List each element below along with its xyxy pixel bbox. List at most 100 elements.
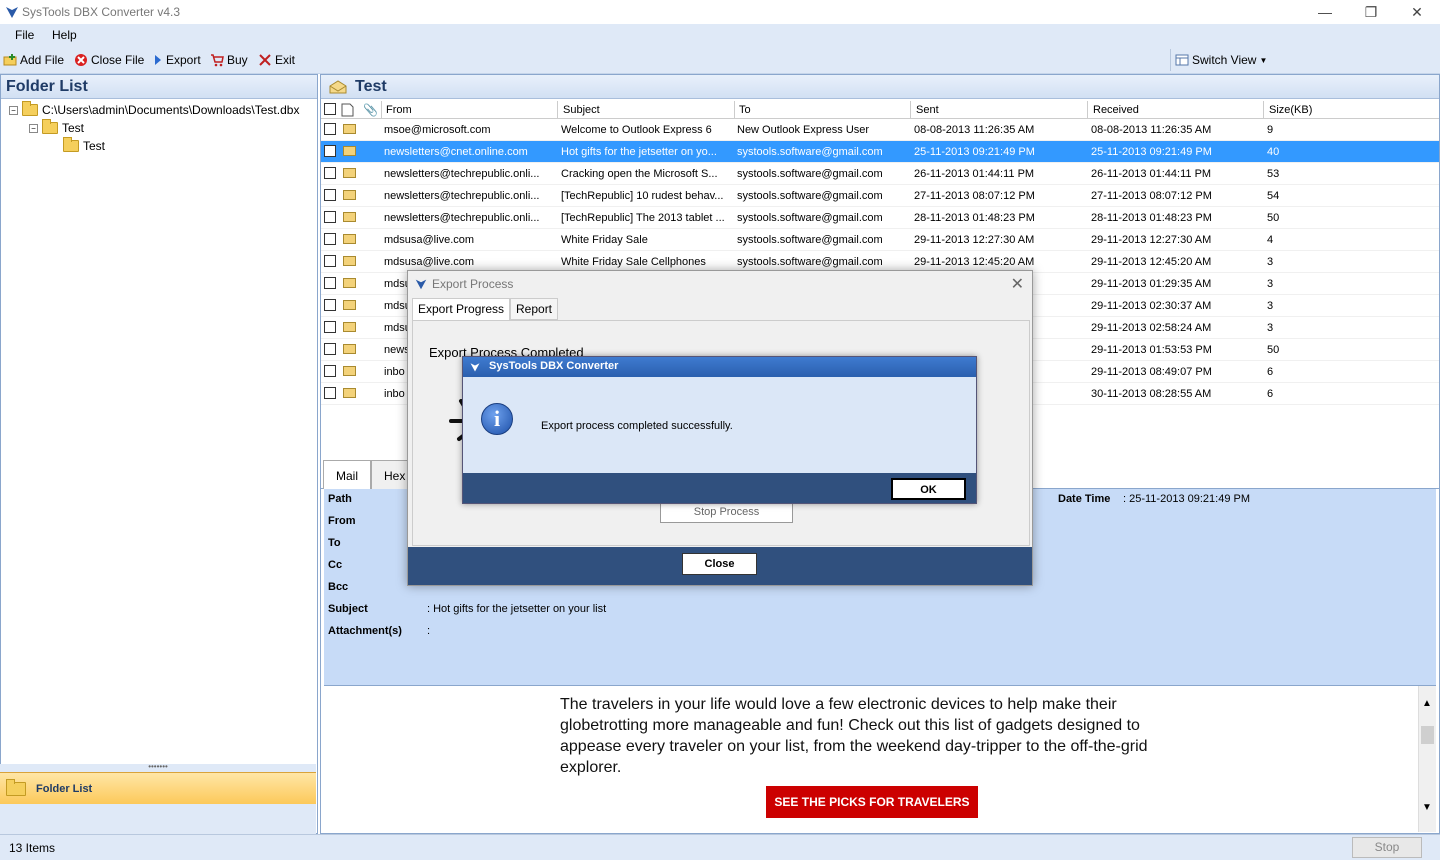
export-dialog-footer: Close — [408, 547, 1032, 585]
tab-report[interactable]: Report — [510, 298, 559, 320]
tree-item-test[interactable]: − Test — [29, 119, 84, 137]
cell-to: systools.software@gmail.com — [737, 212, 883, 224]
see-picks-button[interactable]: SEE THE PICKS FOR TRAVELERS — [766, 786, 978, 818]
folder-icon — [63, 137, 79, 152]
export-dialog-close-icon[interactable]: ✕ — [1011, 274, 1024, 294]
row-checkbox[interactable] — [324, 277, 336, 289]
table-row[interactable]: newsletters@cnet.online.com Hot gifts for… — [321, 141, 1439, 163]
close-button[interactable]: Close — [682, 553, 757, 575]
label-attachments: Attachment(s) — [328, 625, 402, 637]
app-logo-icon — [415, 279, 427, 290]
row-checkbox[interactable] — [324, 189, 336, 201]
minimize-icon[interactable]: — — [1302, 0, 1348, 24]
scroll-thumb[interactable] — [1421, 726, 1434, 744]
cell-to: systools.software@gmail.com — [737, 256, 883, 268]
table-row[interactable]: newsletters@techrepublic.onli... Cracking… — [321, 163, 1439, 185]
scroll-up-icon[interactable]: ▲ — [1422, 698, 1432, 709]
cell-to: New Outlook Express User — [737, 124, 870, 136]
close-file-button[interactable]: Close File — [74, 52, 144, 68]
row-checkbox[interactable] — [324, 343, 336, 355]
row-checkbox[interactable] — [324, 387, 336, 399]
label-cc: Cc — [328, 559, 343, 571]
success-message-box: SysTools DBX Converter i Export process … — [462, 356, 977, 504]
menu-file[interactable]: File — [15, 28, 34, 42]
folder-list-nav-button[interactable]: Folder List — [0, 772, 316, 804]
row-checkbox[interactable] — [324, 233, 336, 245]
value-attachments: : — [427, 625, 431, 637]
add-file-button[interactable]: Add File — [3, 52, 64, 68]
table-row[interactable]: mdsusa@live.com White Friday Sale systools… — [321, 229, 1439, 251]
export-button[interactable]: Export — [153, 52, 201, 68]
mail-body-text: The travelers in your life would love a … — [560, 696, 1148, 776]
nav-pane-footer — [0, 804, 316, 834]
table-row[interactable]: newsletters@techrepublic.onli... [TechRep… — [321, 185, 1439, 207]
col-from[interactable]: From — [386, 104, 412, 116]
stop-button[interactable]: Stop — [1352, 837, 1422, 858]
cell-received: 30-11-2013 08:28:55 AM — [1091, 388, 1212, 400]
tree-item-dbx[interactable]: − C:\Users\admin\Documents\Downloads\Tes… — [9, 101, 299, 119]
restore-icon[interactable]: ❐ — [1348, 0, 1394, 24]
switch-view-button[interactable]: Switch View ▼ — [1170, 49, 1438, 71]
collapse-icon[interactable]: − — [9, 105, 18, 115]
cell-received: 28-11-2013 01:48:23 PM — [1091, 212, 1212, 224]
msgbox-title-bar: SysTools DBX Converter — [463, 357, 976, 377]
table-row[interactable]: msoe@microsoft.com Welcome to Outlook Exp… — [321, 119, 1439, 141]
cell-from: newsletters@techrepublic.onli... — [384, 212, 540, 224]
col-size[interactable]: Size(KB) — [1269, 104, 1312, 116]
stop-process-button[interactable]: Stop Process — [660, 501, 793, 523]
cell-sent: 08-08-2013 11:26:35 AM — [914, 124, 1035, 136]
select-all-checkbox[interactable] — [324, 103, 336, 115]
col-subject[interactable]: Subject — [563, 104, 600, 116]
buy-button[interactable]: Buy — [210, 52, 248, 68]
envelope-icon — [343, 344, 356, 354]
body-scrollbar[interactable]: ▲ ▼ — [1418, 686, 1436, 832]
label-from: From — [328, 515, 356, 527]
envelope-icon — [343, 190, 356, 200]
row-checkbox[interactable] — [324, 321, 336, 333]
cell-size: 3 — [1267, 322, 1274, 334]
scroll-down-icon[interactable]: ▼ — [1422, 802, 1432, 813]
item-count: 13 Items — [9, 841, 56, 855]
cell-subject: Welcome to Outlook Express 6 — [561, 124, 712, 136]
cell-size: 6 — [1267, 388, 1274, 400]
cell-size: 9 — [1267, 124, 1274, 136]
exit-button[interactable]: Exit — [258, 52, 295, 68]
ok-button[interactable]: OK — [891, 478, 966, 500]
cell-size: 3 — [1267, 256, 1274, 268]
row-checkbox[interactable] — [324, 211, 336, 223]
collapse-icon[interactable]: − — [29, 123, 38, 133]
row-checkbox[interactable] — [324, 299, 336, 311]
cell-sent: 25-11-2013 09:21:49 PM — [914, 146, 1035, 158]
row-checkbox[interactable] — [324, 167, 336, 179]
add-file-icon — [3, 53, 17, 67]
tab-mail[interactable]: Mail — [323, 460, 372, 489]
col-to[interactable]: To — [739, 104, 751, 116]
cell-from: mdsusa@live.com — [384, 256, 475, 268]
tree-label-test: Test — [62, 121, 85, 135]
cell-sent: 26-11-2013 01:44:11 PM — [914, 168, 1035, 180]
menu-bar: File Help — [0, 24, 1440, 46]
col-received[interactable]: Received — [1093, 104, 1139, 116]
label-subject: Subject — [328, 603, 368, 615]
envelope-open-icon — [329, 79, 347, 93]
cell-sent: 28-11-2013 01:48:23 PM — [914, 212, 1035, 224]
folder-header: Test — [321, 75, 1439, 99]
row-checkbox[interactable] — [324, 123, 336, 135]
row-checkbox[interactable] — [324, 365, 336, 377]
table-row[interactable]: newsletters@techrepublic.onli... [TechRep… — [321, 207, 1439, 229]
row-checkbox[interactable] — [324, 145, 336, 157]
tree-item-test-child[interactable]: Test — [63, 137, 105, 155]
msgbox-message: Export process completed successfully. — [541, 420, 733, 432]
menu-help[interactable]: Help — [52, 28, 77, 42]
value-datetime: : 25-11-2013 09:21:49 PM — [1123, 493, 1250, 505]
msgbox-footer: OK — [463, 473, 976, 503]
cell-size: 40 — [1267, 146, 1280, 158]
close-window-icon[interactable]: ✕ — [1394, 0, 1440, 24]
title-bar: SysTools DBX Converter v4.3 — ❐ ✕ — [0, 0, 1440, 24]
exit-label: Exit — [275, 53, 296, 67]
tab-export-progress[interactable]: Export Progress — [412, 298, 511, 321]
pane-splitter[interactable]: ••••••• — [0, 763, 316, 772]
row-checkbox[interactable] — [324, 255, 336, 267]
col-sent[interactable]: Sent — [916, 104, 939, 116]
envelope-icon — [343, 388, 356, 398]
